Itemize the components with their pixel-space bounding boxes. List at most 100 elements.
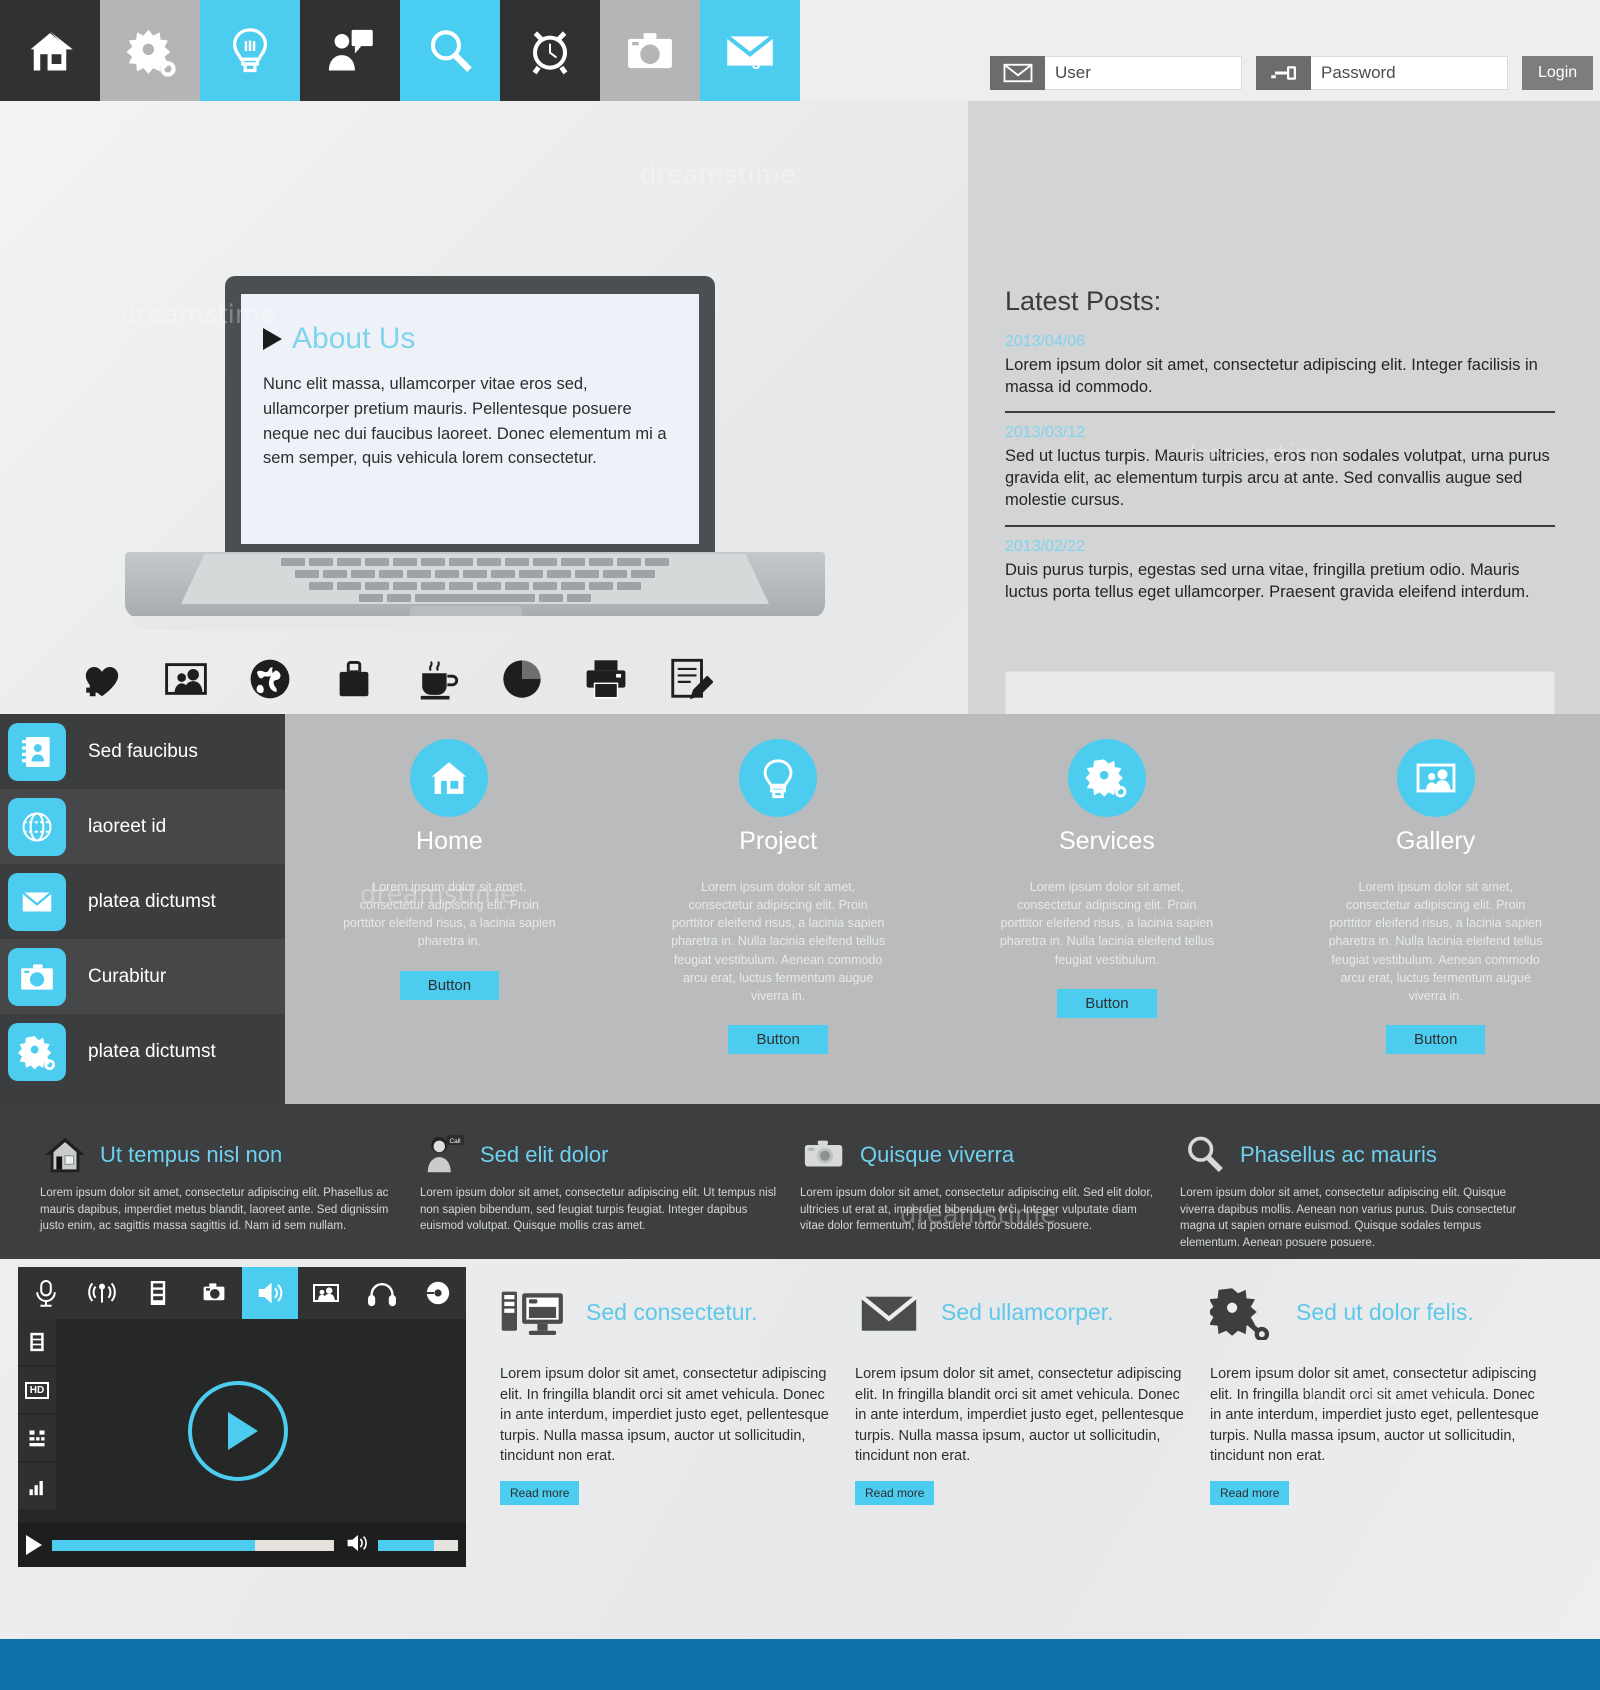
media-player: HD xyxy=(18,1267,466,1567)
volume-bar[interactable] xyxy=(378,1539,458,1551)
globe-grid-icon xyxy=(8,797,66,856)
sidebar: Sed faucibus laoreet id 3 platea dictums… xyxy=(0,714,285,1104)
microphone-icon[interactable] xyxy=(18,1267,74,1319)
bottom-column-text: Lorem ipsum dolor sit amet, consectetur … xyxy=(855,1366,1184,1465)
feature-column-services: Services Lorem ipsum dolor sit amet, con… xyxy=(943,714,1272,1104)
sidebar-item-sed-faucibus[interactable]: Sed faucibus xyxy=(0,714,285,789)
divider xyxy=(1005,411,1555,414)
dark-column-text: Lorem ipsum dolor sit amet, consectetur … xyxy=(420,1187,777,1233)
sidebar-item-label: platea dictumst xyxy=(88,890,216,912)
bars-icon[interactable] xyxy=(18,1463,56,1511)
password-input[interactable] xyxy=(1311,56,1508,90)
player-controls xyxy=(18,1523,466,1567)
sidebar-item-label: laoreet id xyxy=(88,815,167,837)
player-body: HD xyxy=(18,1319,466,1567)
post-date: 2013/03/12 xyxy=(1005,424,1086,442)
nav-tile-contact[interactable] xyxy=(300,0,400,101)
nav-tile-alarm[interactable] xyxy=(500,0,600,101)
user-input[interactable] xyxy=(1045,56,1242,90)
bottom-column-text: Lorem ipsum dolor sit amet, consectetur … xyxy=(1210,1366,1539,1465)
user-field-wrap xyxy=(990,56,1242,90)
dark-column-text: Lorem ipsum dolor sit amet, consectetur … xyxy=(40,1187,389,1233)
feature-column-button[interactable]: Button xyxy=(728,1024,828,1054)
feature-column-button[interactable]: Button xyxy=(399,970,500,1000)
player-toolbar xyxy=(18,1267,466,1319)
bottom-columns: Sed consectetur. Lorem ipsum dolor sit a… xyxy=(500,1284,1575,1505)
play-button-large[interactable] xyxy=(188,1381,288,1481)
feature-columns: Home Lorem ipsum dolor sit amet, consect… xyxy=(285,714,1600,1104)
feature-column-button[interactable]: Button xyxy=(1385,1024,1486,1054)
login-button[interactable]: Login xyxy=(1522,56,1594,90)
photo-people-icon[interactable] xyxy=(298,1267,354,1319)
feature-column-project: Project Lorem ipsum dolor sit amet, cons… xyxy=(614,714,943,1104)
laptop-front-edge xyxy=(133,616,817,630)
hero-section: About Us Nunc elit massa, ullamcorper vi… xyxy=(0,101,1600,799)
sidebar-item-label: Sed faucibus xyxy=(88,740,198,762)
disc-icon[interactable] xyxy=(410,1267,466,1319)
gear-wrench-icon xyxy=(1067,739,1146,817)
call-avatar-icon: Call xyxy=(427,1134,464,1173)
speaker-icon[interactable] xyxy=(242,1267,298,1319)
envelope-icon xyxy=(990,56,1045,90)
play-icon[interactable] xyxy=(26,1535,42,1555)
feature-column-text: Lorem ipsum dolor sit amet, consectetur … xyxy=(671,880,886,1003)
progress-bar[interactable] xyxy=(52,1539,334,1551)
post-date: 2013/04/06 xyxy=(1005,333,1086,350)
camera-icon xyxy=(8,947,66,1006)
dark-column-3: Quisque viverra Lorem ipsum dolor sit am… xyxy=(800,1132,1180,1259)
dark-column-title: Sed elit dolor xyxy=(480,1142,609,1167)
read-more-button[interactable]: Read more xyxy=(500,1480,580,1505)
feature-column-home: Home Lorem ipsum dolor sit amet, consect… xyxy=(285,714,614,1104)
sidebar-item-label: Curabitur xyxy=(88,965,167,987)
posts-heading: Latest Posts: xyxy=(1005,286,1162,316)
nav-tile-ideas[interactable] xyxy=(200,0,300,101)
equalizer-icon[interactable] xyxy=(18,1415,56,1463)
envelope-icon xyxy=(860,1295,918,1331)
bottom-column-title: Sed consectetur. xyxy=(586,1298,758,1325)
bottom-section: HD Sed consectetur. Lorem ipsum dolor si… xyxy=(0,1259,1600,1639)
feature-column-gallery: Gallery Lorem ipsum dolor sit amet, cons… xyxy=(1271,714,1600,1104)
headphones-icon[interactable] xyxy=(354,1267,410,1319)
sidebar-item-platea-dictumst-1[interactable]: 3 platea dictumst xyxy=(0,864,285,939)
wifi-signal-icon[interactable] xyxy=(74,1267,130,1319)
footer: dreamstime.com ID 36040549 © Droidworker xyxy=(0,1639,1600,1690)
feature-column-button[interactable]: Button xyxy=(1057,988,1157,1018)
gear-wrench-icon xyxy=(1210,1288,1270,1340)
nav-tile-mail[interactable]: 3 xyxy=(700,0,800,101)
dark-column-title: Quisque viverra xyxy=(860,1142,1015,1167)
dark-column-header: Ut tempus nisl non xyxy=(40,1132,398,1178)
camera-icon xyxy=(804,1140,843,1167)
arrow-right-icon xyxy=(263,328,282,350)
volume-icon[interactable] xyxy=(346,1532,370,1559)
post-item: 2013/03/12 Sed ut luctus turpis. Mauris … xyxy=(1005,424,1555,511)
post-date: 2013/02/22 xyxy=(1005,537,1086,555)
nav-tile-home[interactable] xyxy=(0,0,100,101)
nav-tile-search[interactable] xyxy=(400,0,500,101)
lightbulb-icon xyxy=(739,739,818,817)
sidebar-item-laoreet-id[interactable]: laoreet id xyxy=(0,789,285,864)
list-icon[interactable] xyxy=(18,1319,56,1367)
svg-text:Call: Call xyxy=(450,1138,461,1145)
sidebar-item-platea-dictumst-2[interactable]: platea dictumst xyxy=(0,1014,285,1089)
sidebar-item-curabitur[interactable]: Curabitur xyxy=(0,939,285,1014)
nav-tile-settings[interactable] xyxy=(100,0,200,101)
features-band: Sed faucibus laoreet id 3 platea dictums… xyxy=(0,714,1600,1104)
nav-tile-camera[interactable] xyxy=(600,0,700,101)
bottom-column-1: Sed consectetur. Lorem ipsum dolor sit a… xyxy=(500,1284,830,1505)
post-item: 2013/02/22 Duis purus turpis, egestas se… xyxy=(1005,538,1555,603)
sidebar-badge: 3 xyxy=(14,910,21,925)
dark-column-text: Lorem ipsum dolor sit amet, consectetur … xyxy=(1180,1187,1517,1250)
hd-badge-icon[interactable]: HD xyxy=(18,1367,56,1415)
bottom-column-3: Sed ut dolor felis. Lorem ipsum dolor si… xyxy=(1210,1284,1540,1505)
camera-icon[interactable] xyxy=(186,1267,242,1319)
dark-column-text: Lorem ipsum dolor sit amet, consectetur … xyxy=(800,1187,1153,1233)
envelope-icon: 3 xyxy=(8,872,66,931)
search-icon xyxy=(1188,1136,1223,1173)
feature-column-title: Project xyxy=(739,827,818,855)
key-icon xyxy=(1256,56,1311,90)
latest-posts: Latest Posts: 2013/04/06 Lorem ipsum dol… xyxy=(1005,286,1555,603)
read-more-button[interactable]: Read more xyxy=(855,1480,935,1505)
read-more-button[interactable]: Read more xyxy=(1210,1480,1290,1505)
dark-column-title: Ut tempus nisl non xyxy=(100,1142,283,1167)
film-strip-icon[interactable] xyxy=(130,1267,186,1319)
